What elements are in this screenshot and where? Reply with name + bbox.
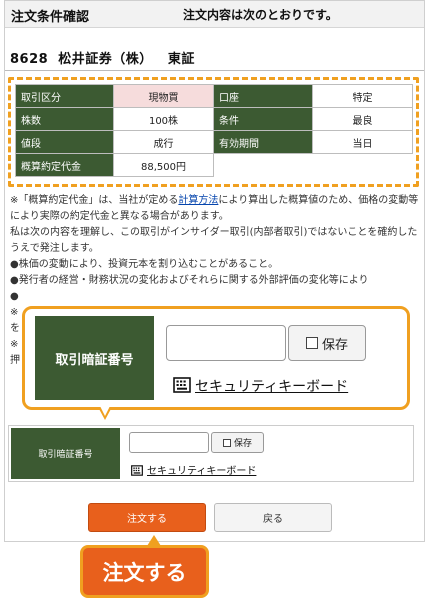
keyboard-icon [173, 377, 191, 393]
stock-title: 8628 松井証券（株） 東証 [10, 48, 195, 67]
zoom-pin-label: 取引暗証番号 [35, 316, 154, 400]
zoom-save-checkbox[interactable]: 保存 [288, 325, 366, 361]
pin-zoom-callout: 取引暗証番号 保存 セキュリティキーボード [22, 306, 410, 410]
note-text: ※「概算約定代金」は、当社が定める [10, 195, 179, 206]
page-title: 注文条件確認 [11, 10, 90, 25]
save-checkbox[interactable]: 保存 [211, 432, 264, 453]
zoom-keyboard-label: セキュリティキーボード [195, 379, 349, 395]
note-line: ● [10, 291, 19, 302]
note-line: 私は次の内容を理解し、この取引がインサイダー取引(内部者取引)ではないことを確約… [10, 227, 418, 254]
note-line: ※「概算約定代金」は、当社が定める計算方法により算出した概算値のため、価格の変動… [10, 193, 420, 225]
zoom-save-label: 保存 [321, 337, 348, 353]
calc-method-link[interactable]: 計算方法 [178, 195, 218, 206]
back-button[interactable]: 戻る [214, 503, 332, 532]
checkbox-icon [222, 438, 231, 447]
pin-label: 取引暗証番号 [11, 428, 120, 479]
stock-market: 東証 [167, 52, 195, 67]
note-line: ●株価の変動により、投資元本を割り込むことがあること。 [10, 259, 279, 270]
panel-header: 注文条件確認 注文内容は次のとおりです。 [5, 1, 424, 28]
save-label: 保存 [233, 439, 252, 449]
keyboard-icon [131, 465, 143, 476]
stock-name: 松井証券（株） [58, 52, 153, 67]
header-message: 注文内容は次のとおりです。 [183, 8, 338, 22]
stock-code: 8628 [10, 52, 49, 67]
order-button[interactable]: 注文する [88, 503, 206, 532]
checkbox-icon [305, 337, 318, 349]
zoom-security-keyboard-link[interactable]: セキュリティキーボード [173, 376, 348, 396]
note-line: ●発行者の経営・財務状況の変化およびそれらに関する外部評価の変化等により [10, 275, 369, 286]
keyboard-label: セキュリティキーボード [147, 466, 257, 477]
security-keyboard-link[interactable]: セキュリティキーボード [131, 462, 256, 477]
zoom-pin-input[interactable] [166, 325, 286, 361]
pin-input[interactable] [129, 432, 209, 453]
order-callout-label: 注文する [80, 545, 209, 598]
callout-tail-inner [100, 406, 110, 416]
divider [5, 70, 424, 71]
highlight-dashed-frame [8, 77, 419, 187]
